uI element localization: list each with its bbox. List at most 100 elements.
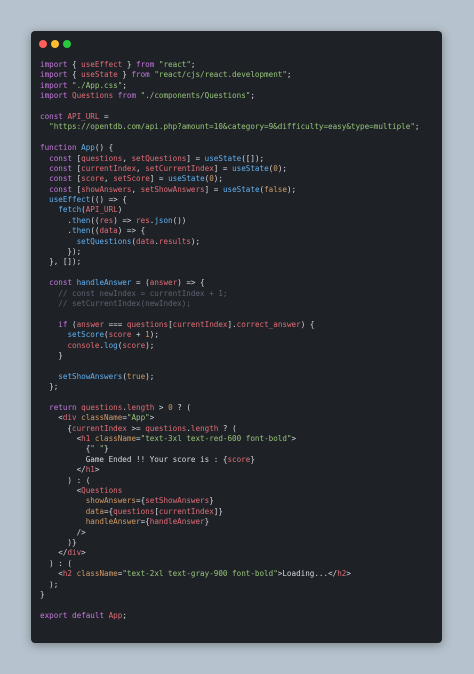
window-titlebar bbox=[31, 31, 442, 53]
code-line: const [score, setScore] = useState(0); bbox=[40, 174, 419, 184]
code-line: function App() { bbox=[40, 143, 419, 153]
code-token: { bbox=[40, 423, 73, 433]
code-line: const API_URL = bbox=[40, 112, 419, 122]
code-line: ); bbox=[40, 580, 419, 590]
code-token: className bbox=[81, 413, 123, 423]
code-token: ); bbox=[145, 371, 155, 381]
code-token: ; bbox=[286, 70, 292, 80]
code-token: from bbox=[136, 60, 155, 69]
code-token: > bbox=[81, 548, 86, 558]
code-token: function bbox=[40, 143, 77, 153]
code-token: ) : ( bbox=[40, 475, 91, 485]
code-token: "./App.css" bbox=[72, 80, 123, 90]
code-token: h2 bbox=[62, 569, 73, 579]
code-token: } bbox=[122, 60, 137, 69]
code-token: correct_answer bbox=[236, 319, 301, 329]
close-button[interactable] bbox=[39, 40, 47, 48]
code-token: div bbox=[62, 413, 77, 423]
code-line: }, []); bbox=[40, 257, 419, 267]
code-token: = bbox=[99, 111, 109, 121]
code-token: // setCurrentIndex(newIndex); bbox=[40, 298, 191, 308]
code-token: ); bbox=[40, 579, 59, 589]
code-line: </div> bbox=[40, 548, 419, 558]
code-line: )} bbox=[40, 538, 419, 548]
code-line: ) : ( bbox=[40, 559, 419, 569]
code-token: res bbox=[136, 215, 150, 225]
code-token: const bbox=[49, 153, 73, 163]
code-token: showAnswers bbox=[85, 496, 137, 506]
code-token: export bbox=[40, 610, 68, 620]
code-line: fetch(API_URL) bbox=[40, 205, 419, 215]
code-token: "text-2xl text-gray-900 font-bold" bbox=[122, 569, 278, 579]
code-token: App bbox=[81, 143, 95, 153]
code-token: } bbox=[104, 444, 109, 454]
code-line: setQuestions(data.results); bbox=[40, 237, 419, 247]
code-token: ) => { bbox=[177, 278, 205, 288]
code-token: ] = bbox=[204, 184, 223, 194]
code-token: import bbox=[40, 70, 68, 80]
code-token: ; bbox=[414, 122, 420, 132]
code-token: handleAnswer bbox=[85, 517, 141, 527]
code-token: ]. bbox=[227, 319, 237, 329]
code-token: }); bbox=[40, 247, 82, 257]
code-token: >= bbox=[126, 423, 146, 433]
code-token: [ bbox=[72, 184, 82, 194]
code-token: ) => { bbox=[117, 226, 146, 236]
code-token: h2 bbox=[337, 569, 347, 579]
code-token: length bbox=[126, 402, 155, 412]
code-token: handleAnswer bbox=[76, 278, 132, 288]
code-token: }, []); bbox=[40, 257, 82, 267]
code-token: , bbox=[104, 174, 114, 184]
code-token: ; bbox=[122, 610, 127, 620]
code-token: (() => { bbox=[90, 195, 127, 205]
code-line: "https://opentdb.com/api.php?amount=10&c… bbox=[40, 122, 419, 132]
code-line: import "./App.css"; bbox=[40, 81, 419, 91]
code-token: h1 bbox=[85, 465, 95, 475]
code-token: from bbox=[131, 70, 150, 80]
code-token: "https://opentdb.com/api.php?amount=10&c… bbox=[49, 122, 415, 132]
code-token: showAnswers bbox=[81, 184, 132, 194]
code-token: score bbox=[227, 454, 251, 464]
code-token: then bbox=[72, 215, 91, 225]
code-token: > bbox=[94, 465, 100, 475]
code-token: = ( bbox=[131, 278, 150, 288]
code-token: import bbox=[40, 60, 68, 69]
code-token: < bbox=[40, 434, 82, 444]
code-token: Questions bbox=[72, 91, 114, 101]
code-token: useEffect bbox=[49, 195, 91, 205]
maximize-button[interactable] bbox=[63, 40, 71, 48]
code-token: fetch bbox=[58, 205, 82, 215]
code-token: ()) bbox=[172, 215, 187, 225]
code-line: <Questions bbox=[40, 486, 419, 496]
code-line: import { useEffect } from "react"; bbox=[40, 60, 419, 70]
code-line: export default App; bbox=[40, 611, 419, 621]
code-token: json bbox=[154, 215, 173, 225]
code-token: // const newIndex = currentIndex + 1; bbox=[40, 288, 228, 298]
code-token: score bbox=[122, 340, 146, 350]
code-token: ; bbox=[190, 60, 196, 69]
code-token: from bbox=[117, 91, 137, 101]
code-token: answer bbox=[76, 319, 105, 329]
code-token: data bbox=[136, 236, 155, 246]
code-token: false bbox=[264, 184, 287, 194]
code-token: >Loading...</ bbox=[277, 569, 338, 579]
code-line: <h1 className="text-3xl text-red-600 fon… bbox=[40, 434, 419, 444]
code-token: )} bbox=[40, 537, 77, 547]
minimize-button[interactable] bbox=[51, 40, 59, 48]
code-token: ); bbox=[213, 174, 223, 184]
code-token: } bbox=[117, 70, 132, 80]
code-token: ) => bbox=[113, 215, 137, 225]
code-token: className bbox=[76, 569, 118, 579]
code-token: ); bbox=[277, 163, 287, 173]
code-token: setScore bbox=[113, 174, 150, 184]
code-token: h1 bbox=[81, 434, 91, 444]
code-line: // setCurrentIndex(newIndex); bbox=[40, 299, 419, 309]
